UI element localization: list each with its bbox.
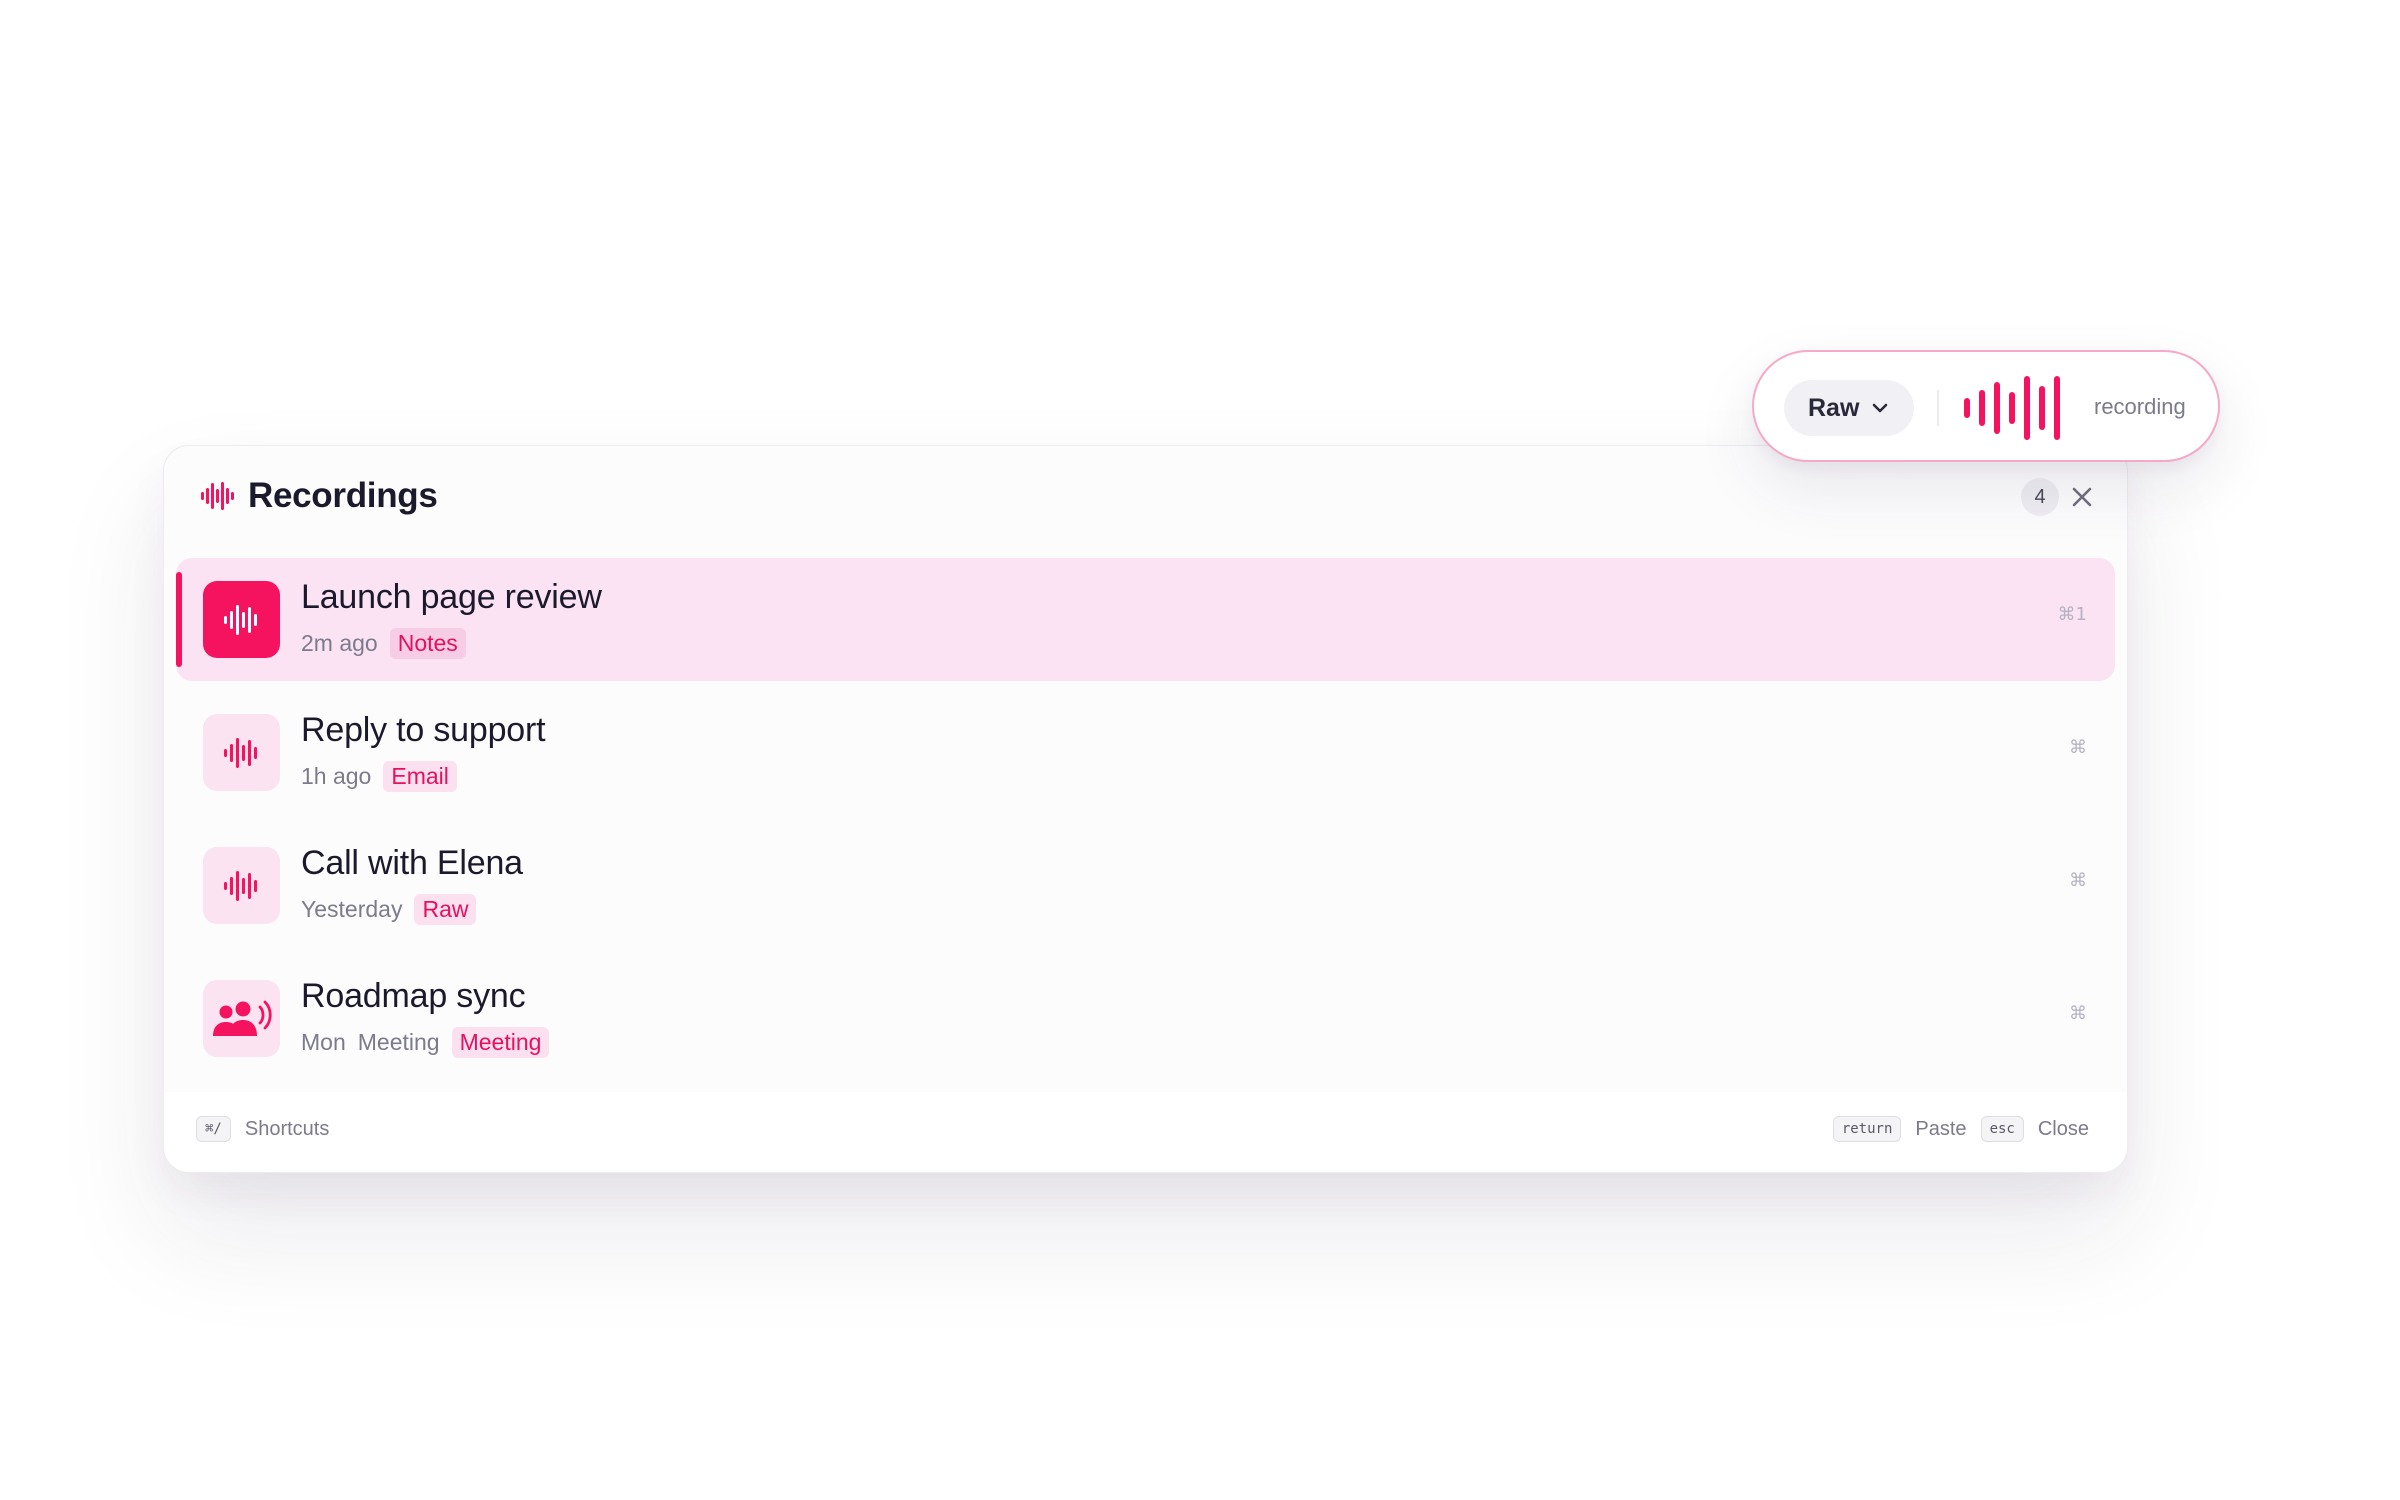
recordings-panel: Recordings 4 Launch page review 2m ago N… (163, 445, 2128, 1173)
item-title: Call with Elena (301, 844, 523, 882)
close-action[interactable]: Close (2038, 1118, 2089, 1141)
recording-status: recording (2094, 394, 2186, 419)
item-shortcut: ⌘ (2069, 737, 2087, 758)
item-tag: Meeting (451, 1027, 550, 1058)
recordings-count-badge: 4 (2021, 478, 2059, 516)
recording-pill: Raw recording (1752, 350, 2220, 462)
item-shortcut: ⌘ (2069, 1003, 2087, 1024)
item-time: 2m ago (301, 630, 378, 656)
item-shortcut: ⌘1 (2057, 604, 2087, 625)
pill-divider (1937, 390, 1939, 426)
active-indicator (176, 572, 182, 667)
item-meta: Yesterday Raw (301, 894, 477, 925)
item-time: Yesterday (301, 896, 403, 922)
item-shortcut: ⌘ (2069, 870, 2087, 891)
close-button[interactable] (2067, 482, 2097, 512)
shortcuts-link[interactable]: Shortcuts (245, 1118, 329, 1141)
close-key: esc (1980, 1116, 2024, 1142)
list-item-launch-page-review[interactable]: Launch page review 2m ago Notes ⌘1 (176, 558, 2115, 681)
item-time: Mon (301, 1029, 346, 1055)
waveform-icon (223, 737, 257, 768)
close-icon (2072, 487, 2092, 507)
meeting-people-icon (212, 1000, 272, 1036)
meeting-thumb (203, 980, 280, 1057)
item-title: Launch page review (301, 578, 602, 616)
recording-thumb (203, 581, 280, 658)
recording-thumb (203, 847, 280, 924)
live-waveform-icon (1964, 376, 2060, 440)
list-item-roadmap-sync[interactable]: Roadmap sync Mon Meeting Meeting ⌘ (176, 957, 2115, 1080)
item-tag: Email (383, 761, 457, 792)
item-title: Reply to support (301, 711, 546, 749)
paste-key: return (1832, 1116, 1902, 1142)
list-item-call-with-elena[interactable]: Call with Elena Yesterday Raw ⌘ (176, 824, 2115, 947)
waveform-icon (223, 604, 257, 635)
chevron-down-icon (1873, 403, 1888, 413)
mode-dropdown[interactable]: Raw (1784, 380, 1914, 436)
waveform-icon (223, 870, 257, 901)
item-meta: 1h ago Email (301, 761, 457, 792)
shortcuts-key: ⌘/ (196, 1116, 231, 1142)
item-tag: Raw (414, 894, 477, 925)
item-meta: 2m ago Notes (301, 628, 466, 659)
item-title: Roadmap sync (301, 977, 526, 1015)
item-meta: Mon Meeting Meeting (301, 1027, 550, 1058)
item-type: Meeting (357, 1029, 440, 1055)
recording-thumb (203, 714, 280, 791)
panel-title: Recordings (248, 476, 438, 515)
paste-action[interactable]: Paste (1915, 1118, 1966, 1141)
item-tag: Notes (389, 628, 466, 659)
waveform-logo-icon (201, 482, 234, 510)
item-time: 1h ago (301, 763, 372, 789)
panel-footer: ⌘/ Shortcuts return Paste esc Close (164, 1092, 2127, 1172)
mode-label: Raw (1808, 393, 1860, 422)
list-item-reply-to-support[interactable]: Reply to support 1h ago Email ⌘ (176, 691, 2115, 814)
